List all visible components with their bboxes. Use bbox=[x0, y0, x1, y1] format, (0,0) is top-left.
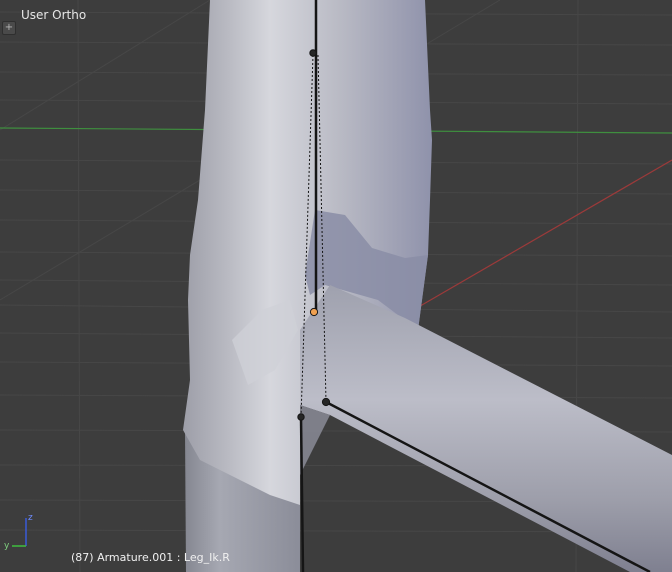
scene-canvas[interactable] bbox=[0, 0, 672, 572]
3d-viewport[interactable]: User Ortho + z y (87) Armature.001 : Leg… bbox=[0, 0, 672, 572]
bone-joint-lower bbox=[297, 413, 305, 421]
mesh-shadow-edge bbox=[300, 405, 330, 475]
bone-joint-top bbox=[309, 49, 317, 57]
mesh-horizontal-part bbox=[300, 285, 672, 572]
mesh-object bbox=[183, 0, 672, 572]
add-panel-button[interactable]: + bbox=[2, 21, 16, 35]
axis-y-label: y bbox=[4, 541, 10, 551]
x-axis-line bbox=[414, 159, 672, 310]
bone-joint-ik bbox=[321, 397, 331, 407]
view-mode-label: User Ortho bbox=[21, 8, 87, 22]
bone-joint-active bbox=[309, 307, 319, 317]
axis-gizmo: z y bbox=[4, 513, 33, 551]
object-info-label: (87) Armature.001 : Leg_Ik.R bbox=[71, 551, 230, 564]
axis-z-label: z bbox=[28, 513, 33, 523]
